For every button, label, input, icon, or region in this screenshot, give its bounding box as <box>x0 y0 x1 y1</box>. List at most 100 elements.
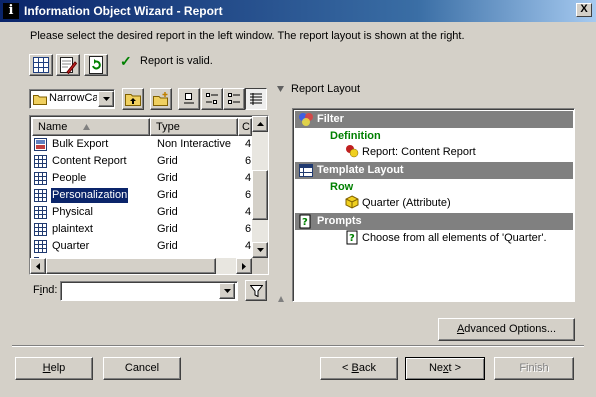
report-name: Personalization <box>49 187 130 204</box>
edit-report-button[interactable] <box>56 54 80 76</box>
horizontal-scrollbar[interactable] <box>30 258 252 274</box>
list-item[interactable]: plaintext Grid 6, <box>32 221 254 238</box>
valid-check-icon: ✓ <box>120 53 132 69</box>
list-view-button[interactable] <box>223 88 245 110</box>
report-layout-pane: Filter Definition Report: Content Report… <box>292 108 575 302</box>
small-icons-icon <box>206 93 218 104</box>
grid-report-icon <box>34 240 47 253</box>
advanced-options-button[interactable]: Advanced Options... <box>438 318 575 341</box>
chevron-down-icon <box>223 289 231 293</box>
up-folder-button[interactable] <box>122 88 144 110</box>
close-icon: X <box>580 3 588 15</box>
find-label: Find: <box>33 284 58 296</box>
back-button[interactable]: < Back <box>320 357 398 380</box>
template-layout-icon <box>299 164 313 177</box>
app-info-icon: i <box>3 3 19 19</box>
finish-button[interactable]: Finish <box>494 357 574 380</box>
find-input[interactable] <box>60 281 238 301</box>
separator <box>12 345 584 347</box>
list-item-selected[interactable]: Personalization Grid 6, <box>32 187 254 204</box>
find-dropdown-button[interactable] <box>219 283 235 299</box>
collapse-arrow-icon[interactable] <box>277 83 284 95</box>
folder-combo-value: NarrowCa <box>49 92 97 104</box>
report-type: Grid <box>157 240 178 252</box>
column-header-name[interactable]: Name <box>32 118 150 136</box>
report-name: Bulk Export <box>52 138 109 150</box>
report-name: Physical <box>52 206 93 218</box>
sort-ascending-icon <box>83 124 90 130</box>
grid-report-icon <box>34 206 47 219</box>
horizontal-scroll-thumb[interactable] <box>46 258 216 274</box>
edit-icon <box>60 57 77 74</box>
filter-section-header: Filter <box>295 111 573 128</box>
report-name: Content Report <box>52 155 127 167</box>
new-folder-button[interactable] <box>150 88 172 110</box>
folder-combo-dropdown[interactable] <box>98 91 114 107</box>
prompts-section-header: ? Prompts <box>295 213 573 230</box>
next-button[interactable]: Next > <box>405 357 485 380</box>
help-label: Help <box>42 362 66 374</box>
template-item: Quarter (Attribute) <box>362 197 451 209</box>
filter-icon <box>249 284 263 297</box>
back-label: < Back <box>342 362 376 374</box>
close-button[interactable]: X <box>576 3 592 17</box>
help-button[interactable]: Help <box>15 357 93 380</box>
scroll-left-button[interactable] <box>30 258 46 274</box>
list-item[interactable]: Quarter Grid 4, <box>32 238 254 255</box>
list-item[interactable]: People Grid 4, <box>32 170 254 187</box>
report-name: Quarter <box>52 240 90 252</box>
svg-text:?: ? <box>349 233 355 244</box>
up-folder-icon <box>125 94 141 106</box>
grid-icon <box>33 57 49 73</box>
chevron-right-icon <box>242 262 246 270</box>
grid-report-icon <box>34 172 47 185</box>
chevron-up-icon <box>256 122 264 126</box>
list-item[interactable]: Physical Grid 4, <box>32 204 254 221</box>
finish-label: Finish <box>519 362 549 374</box>
report-list[interactable]: Name Type C Bulk Export Non Interactive … <box>29 115 269 275</box>
prompt-item-icon: ? <box>346 230 358 245</box>
filter-item: Report: Content Report <box>362 146 476 158</box>
scroll-up-button[interactable] <box>252 116 268 132</box>
grid-report-icon <box>34 189 47 202</box>
report-type: Non Interactive <box>157 138 231 150</box>
new-folder-icon <box>153 92 168 106</box>
list-item[interactable]: Bulk Export Non Interactive 4, <box>32 136 254 153</box>
folder-combo[interactable]: NarrowCa <box>29 89 115 109</box>
small-icons-button[interactable] <box>201 88 223 110</box>
prompt-item: Choose from all elements of 'Quarter'. <box>362 232 547 244</box>
svg-text:?: ? <box>302 217 308 228</box>
details-view-button[interactable] <box>245 88 267 110</box>
vertical-scrollbar[interactable] <box>252 116 268 258</box>
column-header-c[interactable]: C <box>238 118 252 136</box>
template-section-header: Template Layout <box>295 162 573 179</box>
filter-section-icon <box>299 113 313 126</box>
cancel-label: Cancel <box>124 362 160 374</box>
chevron-left-icon <box>36 262 40 270</box>
scroll-down-button[interactable] <box>252 242 268 258</box>
report-name: plaintext <box>52 223 93 235</box>
cancel-button[interactable]: Cancel <box>103 357 181 380</box>
details-view-icon <box>250 93 262 105</box>
attribute-icon <box>345 195 359 209</box>
large-icons-button[interactable] <box>178 88 200 110</box>
splitter-arrow-icon[interactable] <box>278 293 284 305</box>
report-name: People <box>52 172 87 184</box>
report-filter-icon <box>346 145 359 158</box>
column-header-type[interactable]: Type <box>150 118 238 136</box>
next-label: Next > <box>428 362 462 374</box>
grid-view-button[interactable] <box>29 54 53 76</box>
report-type: Grid <box>157 172 178 184</box>
status-text: Report is valid. <box>140 55 213 67</box>
refresh-button[interactable] <box>84 54 108 76</box>
chevron-down-icon <box>102 97 110 101</box>
title-bar[interactable]: i Information Object Wizard - Report X <box>0 0 596 22</box>
scroll-right-button[interactable] <box>236 258 252 274</box>
advanced-options-label: Advanced Options... <box>456 323 557 335</box>
vertical-scroll-thumb[interactable] <box>252 170 268 220</box>
filter-button[interactable] <box>245 280 267 301</box>
window-title: Information Object Wizard - Report <box>24 4 223 18</box>
report-type: Grid <box>157 206 178 218</box>
list-item[interactable]: Content Report Grid 6, <box>32 153 254 170</box>
filter-definition-label: Definition <box>330 130 381 142</box>
